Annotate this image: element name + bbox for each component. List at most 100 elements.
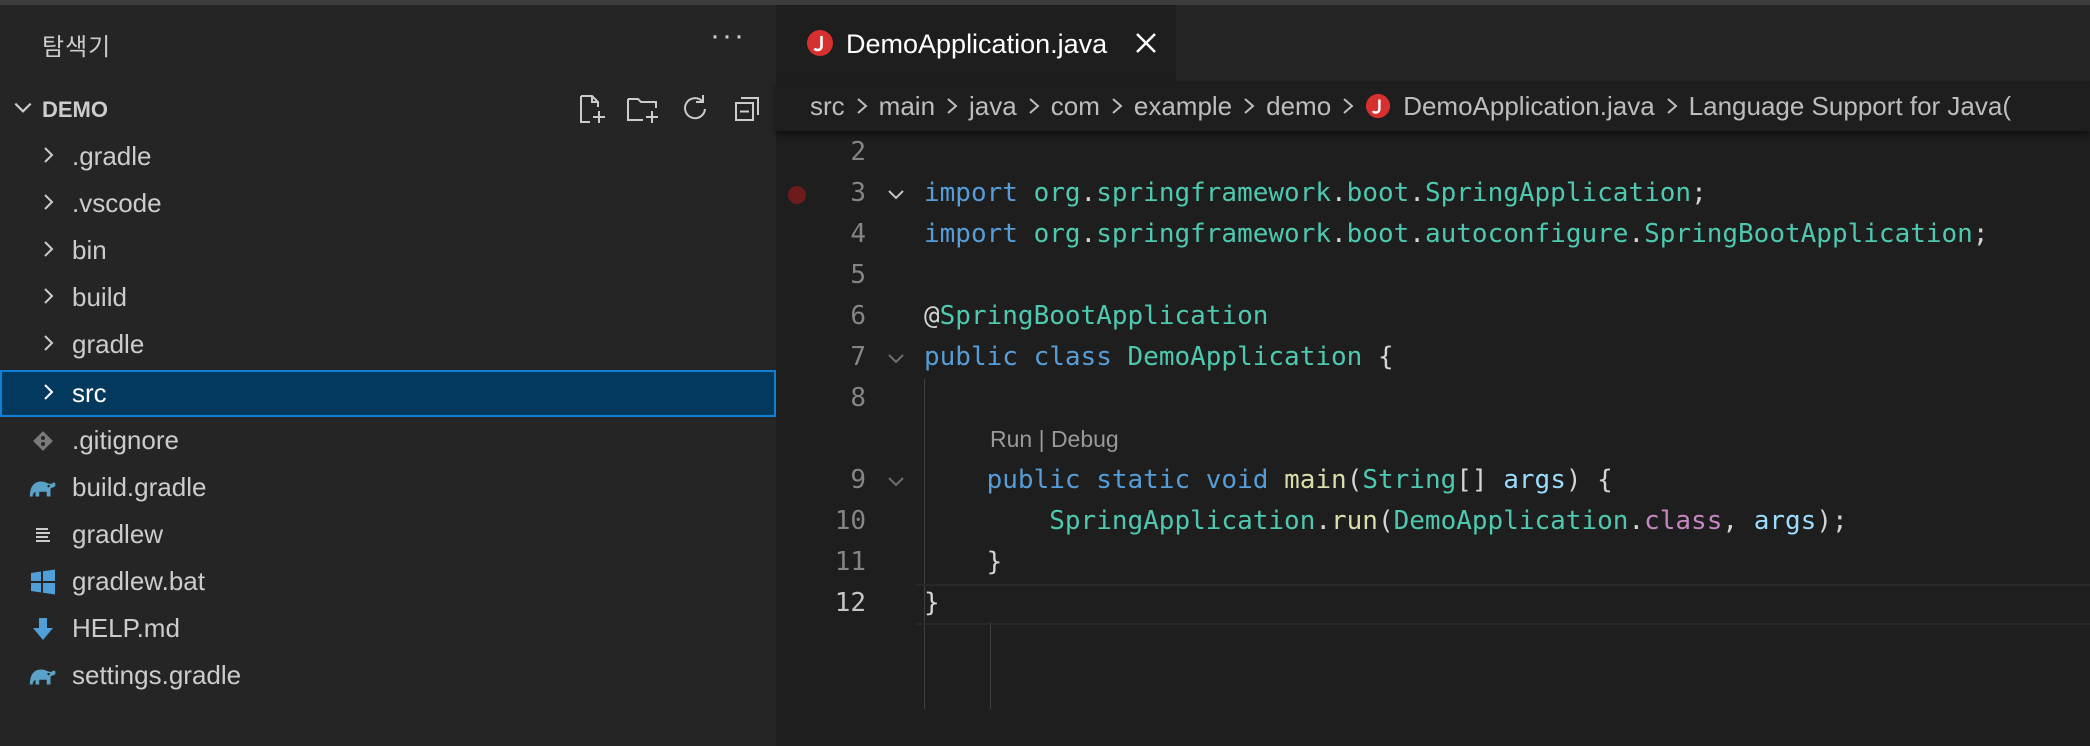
- chevron-right-icon: [1112, 98, 1123, 114]
- code-line: 11 }: [776, 543, 2090, 584]
- tree-item-vscode-folder[interactable]: .vscode: [0, 180, 776, 227]
- code-text: import org.springframework.boot.autoconf…: [924, 219, 1989, 249]
- tree-item-build-folder[interactable]: build: [0, 274, 776, 321]
- tree-item-bin-folder[interactable]: bin: [0, 227, 776, 274]
- new-folder-icon: [627, 98, 658, 123]
- tree-item-build-gradle[interactable]: build.gradle: [0, 464, 776, 511]
- tree-item-label: .gitignore: [72, 425, 179, 455]
- code-line: 2: [776, 133, 2090, 174]
- explorer-title: 탐색기: [42, 34, 112, 61]
- line-number: 9: [850, 465, 866, 495]
- code-line: 8: [776, 379, 2090, 420]
- tree-item-gradlew[interactable]: gradlew: [0, 511, 776, 558]
- refresh-button[interactable]: [674, 91, 716, 127]
- line-number: 10: [834, 506, 866, 536]
- code-line: 4 import org.springframework.boot.autoco…: [776, 215, 2090, 256]
- tree-item-gradlew-bat[interactable]: gradlew.bat: [0, 558, 776, 605]
- chevron-right-icon: [1244, 98, 1255, 114]
- java-icon: [807, 30, 833, 56]
- more-actions-button[interactable]: ···: [710, 19, 746, 53]
- lines-icon: [28, 521, 58, 549]
- fold-chevron-icon[interactable]: [886, 185, 906, 205]
- tab-demo-application[interactable]: DemoApplication.java: [776, 5, 1176, 81]
- gradle-elephant-icon: [28, 474, 58, 502]
- code-line-current: 12 }: [776, 584, 2090, 625]
- code-line: 10 SpringApplication.run(DemoApplication…: [776, 502, 2090, 543]
- git-icon: [28, 427, 58, 455]
- chevron-down-icon: [14, 102, 32, 113]
- editor-area: DemoApplication.java src main java com e…: [776, 5, 2090, 746]
- line-number: 2: [850, 137, 866, 167]
- indent-guide: [990, 622, 991, 709]
- chevron-right-icon: [44, 335, 54, 351]
- code-text: }: [986, 547, 1003, 577]
- chevron-right-icon: [44, 194, 54, 210]
- tree-item-label: src: [72, 378, 107, 408]
- line-number: 5: [850, 260, 866, 290]
- chevron-right-icon: [1666, 98, 1678, 114]
- tree-item-help-md[interactable]: HELP.md: [0, 605, 776, 652]
- code-line: 5: [776, 256, 2090, 297]
- tree-item-settings-gradle[interactable]: settings.gradle: [0, 652, 776, 699]
- close-icon[interactable]: [1132, 29, 1160, 57]
- java-icon: [1366, 93, 1391, 119]
- tree-item-label: bin: [72, 235, 107, 265]
- tree-item-gradle-folder[interactable]: .gradle: [0, 133, 776, 180]
- chevron-right-icon: [44, 241, 54, 257]
- collapse-all-button[interactable]: [726, 91, 768, 127]
- run-debug-codelens[interactable]: Run | Debug: [990, 426, 1119, 453]
- line-number: 4: [850, 219, 866, 249]
- code-line: 3 import org.springframework.boot.Spring…: [776, 174, 2090, 215]
- code-text: import org.springframework.boot.SpringAp…: [924, 178, 1707, 208]
- tree-item-label: build.gradle: [72, 472, 207, 502]
- code-text: @SpringBootApplication: [924, 301, 1269, 331]
- workspace-section-header[interactable]: DEMO: [0, 87, 776, 131]
- chevron-right-icon: [857, 98, 868, 114]
- chevron-right-icon: [1029, 98, 1040, 114]
- code-text: }: [924, 588, 940, 618]
- code-text: SpringApplication.run(DemoApplication.cl…: [1049, 506, 1848, 536]
- gradle-elephant-icon: [28, 662, 58, 690]
- line-number: 7: [850, 342, 866, 372]
- new-file-button[interactable]: [570, 91, 612, 127]
- line-number: 11: [834, 547, 866, 577]
- breadcrumb-src[interactable]: src: [810, 91, 845, 122]
- tree-item-label: gradlew.bat: [72, 566, 205, 596]
- tree-item-label: gradlew: [72, 519, 164, 549]
- workspace-title: DEMO: [42, 97, 108, 122]
- fold-chevron-icon[interactable]: [886, 472, 906, 492]
- tree-item-label: HELP.md: [72, 613, 180, 643]
- tree-item-label: settings.gradle: [72, 660, 242, 690]
- breadcrumb-symbol[interactable]: Language Support for Java(: [1689, 91, 2011, 122]
- new-folder-button[interactable]: [622, 91, 664, 127]
- code-line: 9 public static void main(String[] args)…: [776, 461, 2090, 502]
- code-text: public static void main(String[] args) {: [986, 465, 1613, 495]
- line-number: 12: [834, 588, 866, 618]
- breadcrumb-com[interactable]: com: [1051, 91, 1100, 122]
- collapse-all-icon: [735, 97, 759, 121]
- breadcrumb: src main java com example demo DemoAppli…: [776, 81, 2090, 131]
- tree-item-label: gradle: [72, 329, 145, 359]
- breadcrumb-demo[interactable]: demo: [1266, 91, 1331, 122]
- breadcrumb-java[interactable]: java: [969, 91, 1017, 122]
- code-line: 7 public class DemoApplication {: [776, 338, 2090, 379]
- markdown-down-arrow-icon: [28, 615, 58, 643]
- windows-icon: [28, 568, 58, 596]
- chevron-right-icon: [44, 384, 54, 400]
- tree-item-gradle-wrapper-folder[interactable]: gradle: [0, 321, 776, 368]
- breadcrumb-file[interactable]: DemoApplication.java: [1403, 91, 1654, 122]
- tab-bar: DemoApplication.java: [776, 5, 2090, 81]
- new-file-icon: [580, 95, 605, 123]
- refresh-icon: [684, 95, 706, 120]
- breadcrumb-example[interactable]: example: [1134, 91, 1232, 122]
- explorer-sidebar: 탐색기 ··· DEMO .gradle .vscode bin build g…: [0, 5, 776, 746]
- fold-chevron-icon[interactable]: [886, 349, 906, 369]
- tree-item-gitignore[interactable]: .gitignore: [0, 417, 776, 464]
- tree-item-src-folder[interactable]: src: [0, 370, 776, 417]
- line-number: 6: [850, 301, 866, 331]
- breadcrumb-main[interactable]: main: [879, 91, 935, 122]
- tab-label: DemoApplication.java: [846, 29, 1108, 59]
- code-line: 6 @SpringBootApplication: [776, 297, 2090, 338]
- tree-item-label: .vscode: [72, 188, 162, 218]
- tree-item-label: build: [72, 282, 127, 312]
